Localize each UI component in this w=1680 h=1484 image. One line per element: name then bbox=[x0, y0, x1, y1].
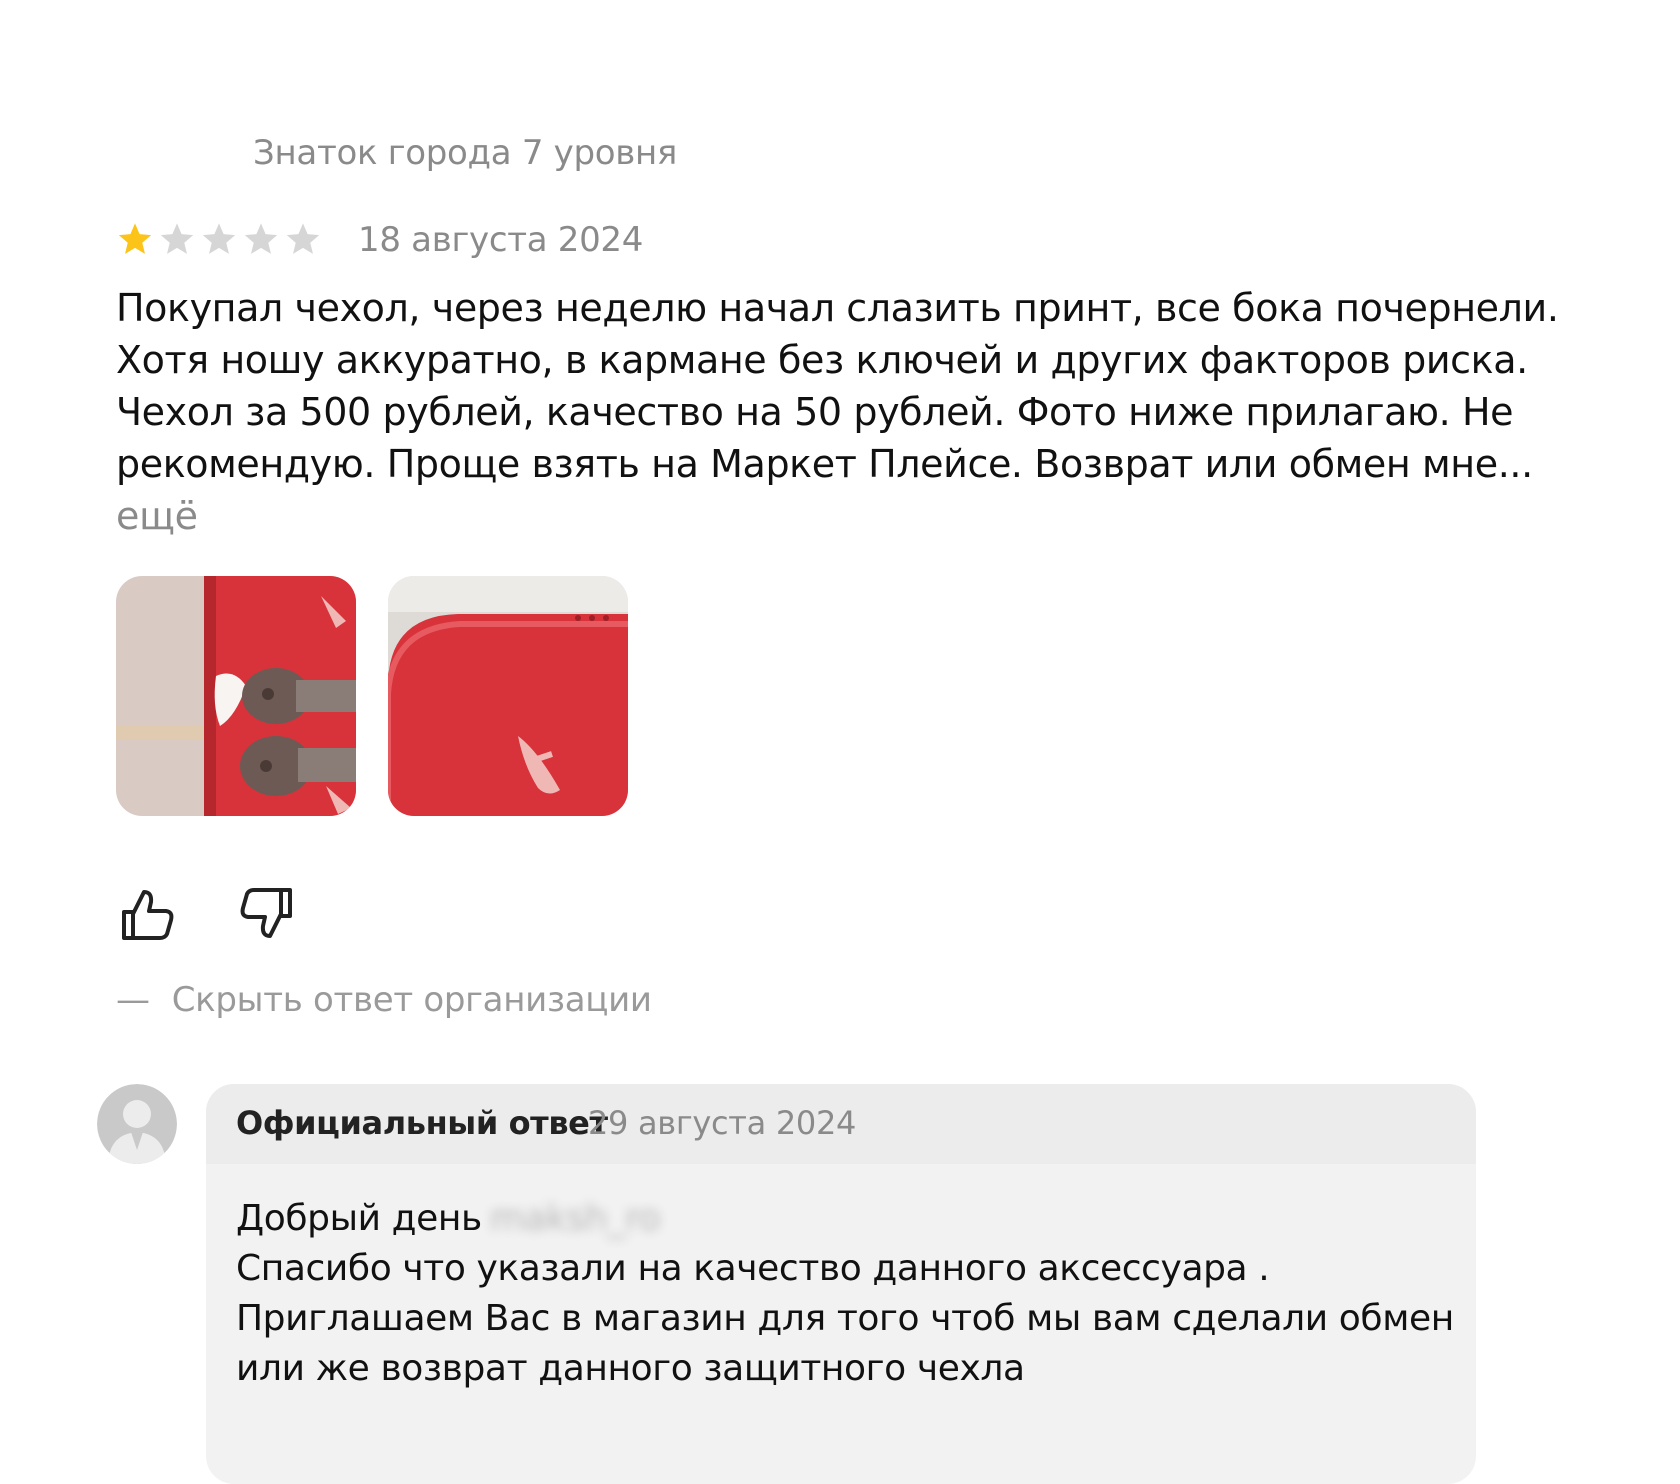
user-silhouette-icon bbox=[97, 1084, 177, 1164]
rating-stars bbox=[116, 221, 322, 259]
review-text-line: Покупал чехол, через неделю начал слазит… bbox=[116, 286, 1559, 330]
thumb-up-icon bbox=[122, 890, 174, 940]
more-link[interactable]: ещё bbox=[116, 494, 198, 538]
thumb-down-icon bbox=[240, 888, 292, 938]
org-avatar bbox=[97, 1084, 177, 1164]
review-text: Покупал чехол, через неделю начал слазит… bbox=[116, 282, 1559, 490]
dash-icon: — bbox=[116, 980, 150, 1020]
star-empty-icon bbox=[284, 221, 322, 259]
review-text-line: Хотя ношу аккуратно, в кармане без ключе… bbox=[116, 338, 1528, 382]
review-date: 18 августа 2024 bbox=[358, 220, 644, 260]
dislike-button[interactable] bbox=[236, 884, 296, 944]
author-level: Знаток города 7 уровня bbox=[253, 133, 678, 173]
like-button[interactable] bbox=[118, 884, 178, 944]
org-reply-greeting-line: Добрый день maksh_ro bbox=[236, 1194, 1454, 1244]
rating-row: 18 августа 2024 bbox=[116, 216, 643, 264]
org-reply-card: Официальный ответ 29 августа 2024 Добрый… bbox=[206, 1084, 1476, 1484]
review-photo-2[interactable] bbox=[388, 576, 628, 816]
review-photo-1[interactable] bbox=[116, 576, 356, 816]
star-empty-icon bbox=[242, 221, 280, 259]
org-reply-line: Спасибо что указали на качество данного … bbox=[236, 1248, 1270, 1289]
star-empty-icon bbox=[200, 221, 238, 259]
blurred-username: maksh_ro bbox=[489, 1198, 661, 1239]
org-reply-line: или же возврат данного защитного чехла bbox=[236, 1348, 1025, 1389]
org-reply-line: Приглашаем Вас в магазин для того чтоб м… bbox=[236, 1298, 1454, 1339]
toggle-org-reply-label: Скрыть ответ организации bbox=[171, 980, 652, 1020]
toggle-org-reply[interactable]: — Скрыть ответ организации bbox=[116, 980, 652, 1020]
star-empty-icon bbox=[158, 221, 196, 259]
photo-case-side-image bbox=[116, 576, 356, 816]
review-text-line: Чехол за 500 рублей, качество на 50 рубл… bbox=[116, 390, 1514, 434]
photo-case-corner-image bbox=[388, 576, 628, 816]
org-reply-date: 29 августа 2024 bbox=[588, 1104, 857, 1142]
review-text-line: рекомендую. Проще взять на Маркет Плейсе… bbox=[116, 442, 1533, 486]
org-reply-greeting: Добрый день bbox=[236, 1198, 482, 1239]
org-reply-title: Официальный ответ bbox=[236, 1104, 608, 1142]
org-reply-header: Официальный ответ 29 августа 2024 bbox=[206, 1084, 1476, 1164]
star-filled-icon bbox=[116, 221, 154, 259]
org-reply-body: Добрый день maksh_ro Спасибо что указали … bbox=[236, 1194, 1454, 1394]
